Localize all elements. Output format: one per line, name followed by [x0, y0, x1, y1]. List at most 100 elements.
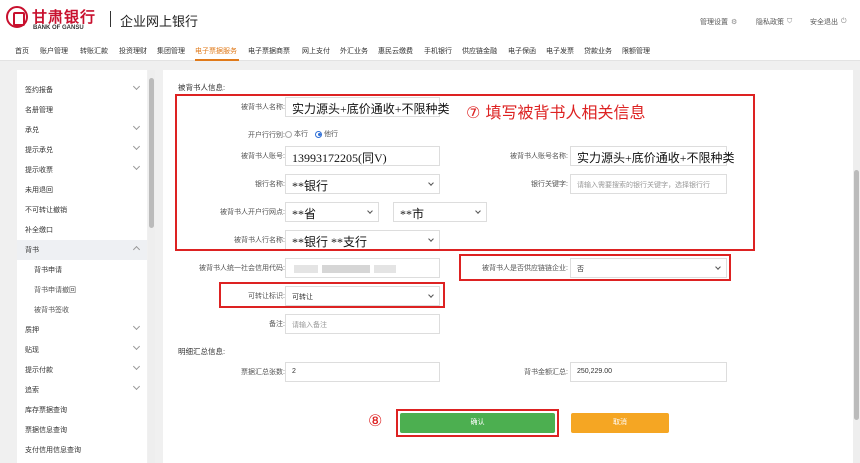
annotation-step7: ⑦ 填写被背书人相关信息: [466, 99, 645, 123]
count-label: 票据汇总张数:: [241, 369, 285, 376]
credit-code-label: 被背书人统一社会信用代码:: [199, 265, 285, 272]
nav-home[interactable]: 首页: [15, 46, 29, 56]
cancel-button[interactable]: 取消: [571, 413, 669, 433]
redacted-block: [322, 265, 370, 273]
sidebar-item-label: 承兑: [25, 127, 39, 134]
annotation-step7-num: ⑦: [466, 103, 481, 122]
sidebar-item-credit-query[interactable]: 支付信用信息查询: [17, 440, 147, 460]
nav-invest[interactable]: 投资理财: [119, 46, 147, 56]
main-panel: 被背书人信息: 被背书人名称: 实力源头+底价通收+不限种类 开户行行别: 本行…: [163, 70, 853, 463]
sidebar-item-label: 未用退回: [25, 187, 53, 194]
sidebar-item-bill-query[interactable]: 票据信息查询: [17, 420, 147, 440]
sidebar-item-pledge[interactable]: 质押: [17, 320, 147, 340]
app-title: 企业网上银行: [120, 14, 199, 29]
sidebar-item-label: 背书: [25, 247, 39, 254]
sidebar-item-stock-query[interactable]: 库存票据查询: [17, 400, 147, 420]
sidebar-item-recourse[interactable]: 追索: [17, 380, 147, 400]
logo-cn: 甘肃银行: [32, 9, 97, 26]
sidebar-item-prompt-pay[interactable]: 提示付款: [17, 360, 147, 380]
settings-label: 管理设置: [700, 19, 728, 26]
nav-active-underline: [195, 59, 239, 61]
annotation-box-supply-chain: [459, 254, 731, 281]
remark-input[interactable]: 请输入备注: [285, 314, 440, 334]
nav-transfer[interactable]: 转账汇款: [80, 46, 108, 56]
amount-field: 250,229.00: [570, 362, 727, 382]
chevron-up-icon: [132, 245, 141, 254]
sidebar-item-endorse-withdraw[interactable]: 背书申请撤回: [17, 280, 147, 300]
main-nav: 首页 账户管理 转账汇款 投资理财 集团管理 电子票据服务 电子票据商票 网上支…: [0, 43, 860, 61]
sidebar-item-label: 库存票据查询: [25, 407, 67, 414]
sidebar-item-label: 质押: [25, 327, 39, 334]
sidebar-item-label: 背书申请撤回: [34, 287, 76, 294]
sidebar-item-label: 背书申请: [34, 267, 62, 274]
logo-divider: [110, 11, 111, 27]
main-scrollbar[interactable]: [853, 70, 860, 463]
sidebar-item-label: 支付信用信息查询: [25, 447, 81, 454]
sidebar-item-label: 票据信息查询: [25, 427, 67, 434]
sidebar-item-prompt-receive[interactable]: 提示收票: [17, 160, 147, 180]
shield-icon: ⛉: [787, 18, 793, 25]
bank-logo-icon: [6, 6, 28, 28]
nav-ebill-service[interactable]: 电子票据服务: [195, 46, 237, 56]
summary-section-title: 明细汇总信息:: [178, 347, 226, 356]
annotation-box-transferable: [219, 282, 445, 308]
chevron-down-icon: [132, 162, 141, 171]
chevron-down-icon: [132, 82, 141, 91]
logout-link[interactable]: 安全退出 ⏻: [810, 17, 847, 27]
nav-guarantee[interactable]: 电子保函: [508, 46, 536, 56]
sidebar-item-roster[interactable]: 名册管理: [17, 100, 147, 120]
sidebar-item-label: 补全缴口: [25, 227, 53, 234]
chevron-down-icon: [132, 322, 141, 331]
nav-limit[interactable]: 限额管理: [622, 46, 650, 56]
sidebar-item-endorse-apply[interactable]: 背书申请: [17, 260, 147, 280]
count-field: 2: [285, 362, 440, 382]
power-icon: ⏻: [841, 18, 847, 25]
privacy-link[interactable]: 隐私政策 ⛉: [756, 17, 792, 27]
nav-invoice[interactable]: 电子发票: [546, 46, 574, 56]
nav-loan[interactable]: 贷款业务: [584, 46, 612, 56]
nav-online-pay[interactable]: 网上支付: [302, 46, 330, 56]
privacy-label: 隐私政策: [756, 19, 784, 26]
nav-accounts[interactable]: 账户管理: [40, 46, 68, 56]
sidebar-item-label: 签约报备: [25, 87, 53, 94]
chevron-down-icon: [132, 342, 141, 351]
amount-label: 背书金额汇总:: [524, 369, 568, 376]
chevron-down-icon: [132, 122, 141, 131]
nav-ebill-commercial[interactable]: 电子票据商票: [248, 46, 290, 56]
settings-link[interactable]: 管理设置 ⚙: [700, 17, 737, 27]
nav-payment[interactable]: 惠民云缴费: [378, 46, 413, 56]
redacted-block: [374, 265, 396, 273]
nav-group[interactable]: 集团管理: [157, 46, 185, 56]
annotation-step8-num: ⑧: [368, 411, 383, 430]
sidebar-item-label: 贴现: [25, 347, 39, 354]
remark-placeholder: 请输入备注: [292, 322, 327, 329]
sidebar-item-complete[interactable]: 补全缴口: [17, 220, 147, 240]
endorsee-section-title: 被背书人信息:: [178, 83, 226, 92]
redacted-block: [294, 265, 318, 273]
nav-forex[interactable]: 外汇业务: [340, 46, 368, 56]
main-scroll-thumb[interactable]: [854, 170, 859, 420]
sidebar-item-endorsee-sign[interactable]: 被背书签收: [17, 300, 147, 320]
credit-code-input[interactable]: [285, 258, 440, 278]
remark-label: 备注:: [269, 321, 285, 328]
sidebar-item-accept[interactable]: 承兑: [17, 120, 147, 140]
sidebar-item-unused-return[interactable]: 未用退回: [17, 180, 147, 200]
sidebar-item-sign[interactable]: 签约报备: [17, 80, 147, 100]
logout-label: 安全退出: [810, 19, 838, 26]
gear-icon: ⚙: [731, 19, 738, 26]
nav-supply-chain[interactable]: 供应链金融: [462, 46, 497, 56]
chevron-down-icon: [132, 362, 141, 371]
sidebar-item-label: 被背书签收: [34, 307, 69, 314]
nav-mobile[interactable]: 手机银行: [424, 46, 452, 56]
sidebar-item-label: 名册管理: [25, 107, 53, 114]
sidebar-item-label: 不可转让撤销: [25, 207, 67, 214]
sidebar-item-endorse[interactable]: 背书: [17, 240, 147, 260]
annotation-box-endorsee: [175, 94, 755, 251]
sidebar-item-prompt-accept[interactable]: 提示承兑: [17, 140, 147, 160]
sidebar-item-label: 提示付款: [25, 367, 53, 374]
sidebar-item-nontransfer-revoke[interactable]: 不可转让撤销: [17, 200, 147, 220]
logo-en: BANK OF GANSU: [33, 25, 84, 31]
sidebar-scroll-thumb[interactable]: [149, 78, 154, 228]
sidebar-scrollbar[interactable]: [148, 70, 155, 463]
sidebar-item-discount[interactable]: 贴现: [17, 340, 147, 360]
